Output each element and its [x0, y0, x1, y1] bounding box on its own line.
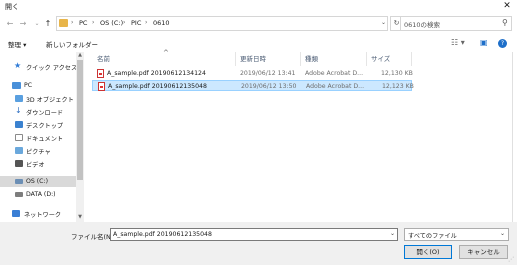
title-bar	[0, 0, 517, 13]
column-header-type[interactable]: 種類	[305, 53, 318, 65]
address-dropdown-icon[interactable]: ⌄	[381, 19, 386, 26]
desktop-icon	[15, 121, 23, 128]
column-header-size[interactable]: サイズ	[371, 53, 390, 65]
sidebar-item-documents[interactable]: ドキュメント	[0, 132, 84, 143]
cube-icon	[15, 95, 23, 102]
sidebar-item-label: 3D オブジェクト	[26, 97, 74, 104]
pdf-file-icon	[98, 82, 105, 91]
breadcrumb-os-c[interactable]: OS (C:)	[100, 19, 123, 27]
sidebar-item-pc[interactable]: PC	[0, 80, 84, 91]
sidebar-item-label: ダウンロード	[26, 110, 64, 117]
search-placeholder: 0610の検索	[404, 21, 441, 29]
sidebar-item-3d-objects[interactable]: 3D オブジェクト	[0, 93, 84, 104]
view-options-icon[interactable]: ☷ ▾	[451, 38, 465, 47]
sidebar-item-network[interactable]: ネットワーク	[0, 208, 84, 219]
folder-icon	[59, 19, 68, 27]
column-header-modified[interactable]: 更新日時	[240, 53, 266, 65]
filename-label: ファイル名(N):	[71, 233, 116, 241]
sidebar-item-videos[interactable]: ビデオ	[0, 158, 84, 169]
picture-icon	[15, 147, 23, 154]
column-divider[interactable]	[300, 52, 301, 66]
computer-icon	[12, 82, 21, 89]
column-divider[interactable]	[411, 52, 412, 66]
open-button[interactable]: 開く(O)	[404, 245, 452, 259]
file-name: A_sample.pdf 20190612134124	[107, 70, 206, 77]
sidebar-item-label: ピクチャ	[26, 149, 51, 156]
sidebar-item-label: PC	[24, 82, 33, 89]
back-button[interactable]: ←	[5, 18, 15, 30]
sidebar-item-label: ビデオ	[26, 162, 45, 169]
column-divider[interactable]	[235, 52, 236, 66]
cancel-button[interactable]: キャンセル	[459, 245, 508, 259]
file-size: 12,130 KB	[381, 70, 413, 77]
right-edge-divider	[512, 52, 513, 222]
file-row[interactable]: A_sample.pdf 20190612134124 2019/06/12 1…	[92, 68, 413, 79]
file-type-dropdown-icon[interactable]: ⌄	[500, 230, 505, 237]
file-type-value: すべてのファイル	[408, 233, 457, 240]
file-type: Adobe Acrobat D...	[306, 83, 365, 90]
sidebar-item-desktop[interactable]: デスクトップ	[0, 119, 84, 130]
preview-pane-icon[interactable]: ▣	[480, 38, 488, 47]
breadcrumb-0610[interactable]: 0610	[153, 19, 170, 27]
video-icon	[15, 160, 23, 167]
organize-button[interactable]: 整理 ▾	[8, 39, 26, 49]
window-title: 開く	[5, 3, 19, 11]
network-icon	[12, 210, 20, 217]
scroll-up-icon[interactable]: ▲	[76, 52, 84, 58]
column-header-name[interactable]: 名前	[97, 53, 110, 65]
sidebar-item-label: ドキュメント	[26, 136, 64, 143]
breadcrumb-separator: ›	[145, 19, 148, 26]
breadcrumb-separator: ›	[123, 19, 126, 26]
sidebar-item-label: クイック アクセス	[26, 65, 78, 72]
sidebar-item-label: デスクトップ	[26, 123, 64, 130]
pdf-file-icon	[97, 69, 104, 78]
sort-ascending-icon: ^	[163, 49, 169, 57]
drive-icon	[15, 179, 23, 184]
sidebar-scrollbar-thumb[interactable]	[77, 60, 83, 180]
scroll-down-icon[interactable]: ▼	[76, 214, 84, 220]
breadcrumb-pic[interactable]: PIC	[131, 19, 141, 27]
sidebar-item-label: OS (C:)	[26, 178, 48, 185]
file-name: A_sample.pdf 20190612135048	[108, 83, 207, 90]
breadcrumb-separator: ›	[71, 19, 74, 26]
search-icon: ⚲	[502, 18, 508, 27]
forward-button[interactable]: →	[18, 18, 28, 30]
sidebar-item-label: DATA (D:)	[26, 191, 56, 198]
star-icon: ★	[14, 61, 22, 70]
file-modified: 2019/06/12 13:50	[241, 83, 297, 90]
resize-grip-icon[interactable]: ⋰	[508, 256, 514, 263]
sidebar-item-data-d[interactable]: DATA (D:)	[0, 189, 84, 200]
filename-value: A_sample.pdf 20190612135048	[113, 231, 212, 238]
breadcrumb-separator: ›	[92, 19, 95, 26]
file-type: Adobe Acrobat D...	[305, 70, 364, 77]
up-button[interactable]: ↑	[43, 18, 53, 30]
breadcrumb-pc[interactable]: PC	[79, 19, 87, 27]
new-folder-button[interactable]: 新しいフォルダー	[46, 39, 98, 49]
sidebar-item-downloads[interactable]: ↓ ダウンロード	[0, 106, 84, 117]
file-modified: 2019/06/12 13:41	[240, 70, 296, 77]
sidebar-item-label: ネットワーク	[24, 212, 62, 219]
download-icon: ↓	[15, 106, 22, 115]
document-icon	[15, 134, 23, 141]
close-icon[interactable]: ✕	[500, 0, 514, 13]
recent-locations-button[interactable]: ⌄	[32, 18, 42, 30]
drive-icon	[15, 192, 23, 197]
file-size: 12,123 KB	[382, 83, 414, 90]
filename-dropdown-icon[interactable]: ⌄	[390, 230, 395, 237]
sidebar-item-os-c[interactable]: OS (C:)	[0, 176, 76, 187]
column-divider[interactable]	[366, 52, 367, 66]
sidebar-item-pictures[interactable]: ピクチャ	[0, 145, 84, 156]
sidebar-item-quick-access[interactable]: ★ クイック アクセス	[0, 61, 84, 72]
file-row-selected[interactable]: A_sample.pdf 20190612135048 2019/06/12 1…	[92, 80, 414, 91]
help-icon[interactable]: ?	[498, 39, 507, 48]
